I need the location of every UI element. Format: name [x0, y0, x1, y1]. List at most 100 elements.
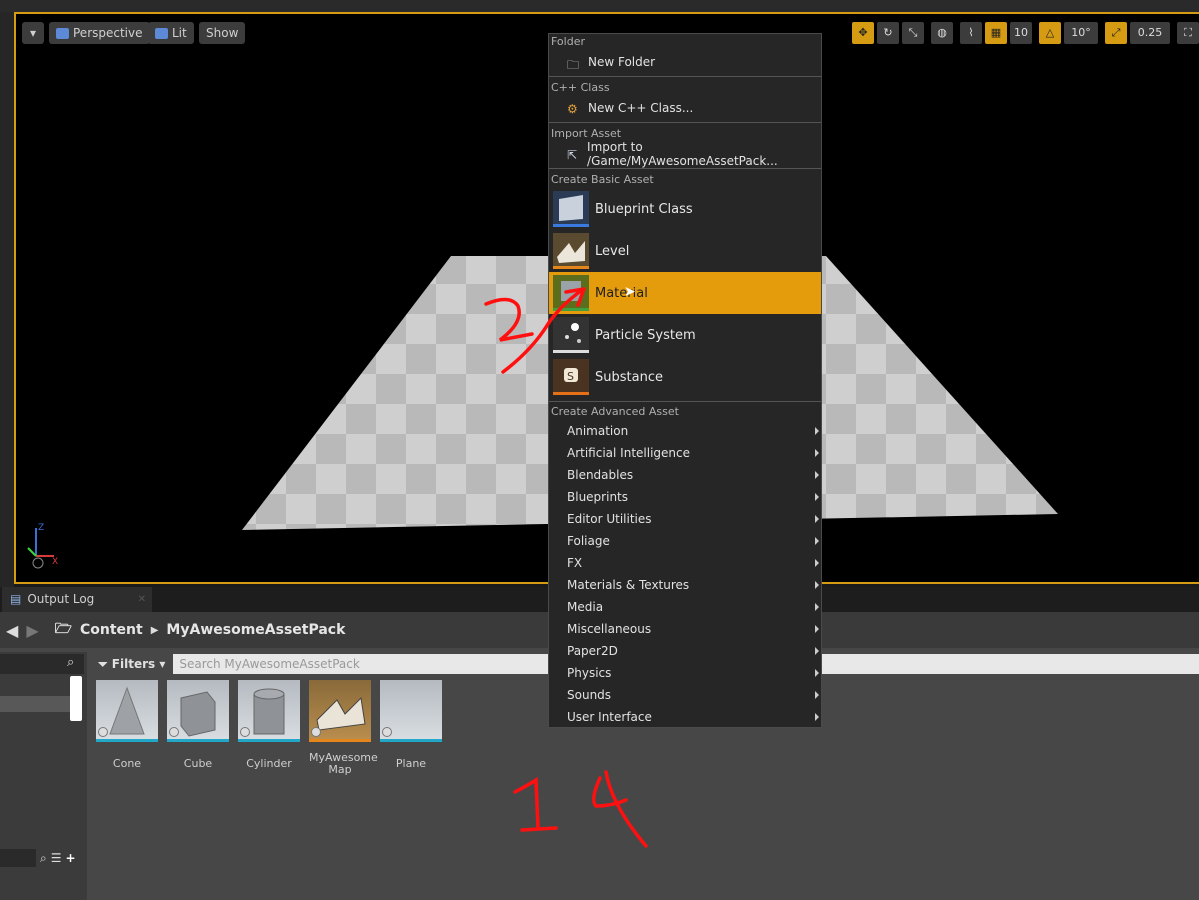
filters-button[interactable]: ⏷ Filters ▾	[92, 657, 165, 672]
menu-item-label: Level	[595, 243, 630, 259]
menu-item-import[interactable]: ⇱ Import to /Game/MyAwesomeAssetPack...	[549, 140, 821, 168]
sources-scrollbar[interactable]	[70, 676, 82, 721]
asset-tile-cylinder[interactable]: Cylinder	[238, 680, 300, 770]
rotation-snap-value[interactable]: 10°	[1064, 22, 1098, 44]
tab-output-log[interactable]: ▤ Output Log ✕	[2, 587, 152, 612]
menu-item-label: FX	[567, 556, 583, 570]
submenu-materials-textures[interactable]: Materials & Textures	[549, 574, 821, 596]
menu-item-particle-system[interactable]: Particle System	[549, 314, 821, 356]
scale-tool-icon[interactable]: ⤡	[902, 22, 924, 44]
menu-item-label: Paper2D	[567, 644, 618, 658]
search-icon[interactable]: ⌕	[40, 851, 47, 866]
asset-label: Cylinder	[246, 757, 292, 770]
menu-item-label: Media	[567, 600, 604, 614]
asset-tile-cone[interactable]: Cone	[96, 680, 158, 770]
menu-item-label: Animation	[567, 424, 629, 438]
submenu-sounds[interactable]: Sounds	[549, 684, 821, 706]
axis-x-label: X	[52, 557, 58, 567]
menu-item-label: Import to /Game/MyAwesomeAssetPack...	[587, 140, 778, 168]
submenu-arrow-icon	[815, 449, 819, 457]
perspective-button[interactable]: Perspective	[49, 22, 150, 44]
submenu-fx[interactable]: FX	[549, 552, 821, 574]
transform-toolbar: ✥ ↻ ⤡ ◍ ⌇ ▦ 10 △ 10° ⤢ 0.25 ⛶	[852, 22, 1199, 44]
translate-tool-icon[interactable]: ✥	[852, 22, 874, 44]
level-icon	[553, 233, 589, 269]
submenu-arrow-icon	[815, 471, 819, 479]
asset-tile-myawesome-map[interactable]: MyAwesome Map	[309, 680, 378, 776]
cpp-class-icon: ⚙	[567, 101, 578, 116]
submenu-media[interactable]: Media	[549, 596, 821, 618]
menu-item-material[interactable]: Material ➤	[549, 272, 821, 314]
grid-snap-value[interactable]: 10	[1010, 22, 1032, 44]
asset-tile-cube[interactable]: Cube	[167, 680, 229, 770]
show-label: Show	[206, 26, 239, 40]
breadcrumb-separator-icon: ▶	[150, 624, 159, 636]
submenu-foliage[interactable]: Foliage	[549, 530, 821, 552]
asset-tile-plane[interactable]: Plane	[380, 680, 442, 770]
submenu-arrow-icon	[815, 493, 819, 501]
map-thumbnail	[309, 680, 371, 742]
asset-label: Cube	[183, 757, 213, 770]
forward-arrow-icon[interactable]: ▶	[26, 621, 38, 640]
menu-item-label: Material	[595, 285, 648, 301]
add-collection-icon[interactable]: +	[66, 851, 76, 865]
list-view-icon[interactable]: ☰	[51, 851, 62, 865]
grid-snap-icon[interactable]: ▦	[985, 22, 1007, 44]
top-menu-strip	[0, 0, 1199, 12]
submenu-blueprints[interactable]: Blueprints	[549, 486, 821, 508]
sources-panel: ⌕ ⌕ ☰ +	[0, 652, 87, 900]
scale-snap-value[interactable]: 0.25	[1130, 22, 1170, 44]
lit-label: Lit	[172, 26, 187, 40]
submenu-physics[interactable]: Physics	[549, 662, 821, 684]
rotate-tool-icon[interactable]: ↻	[877, 22, 899, 44]
lit-button[interactable]: Lit	[148, 22, 194, 44]
menu-item-label: Editor Utilities	[567, 512, 652, 526]
world-space-icon[interactable]: ◍	[931, 22, 953, 44]
selected-folder-row[interactable]	[0, 696, 70, 712]
search-icon[interactable]: ⌕	[67, 655, 74, 670]
maximize-viewport-icon[interactable]: ⛶	[1177, 22, 1199, 44]
submenu-editor-utilities[interactable]: Editor Utilities	[549, 508, 821, 530]
favorite-star-icon	[311, 727, 321, 737]
show-button[interactable]: Show	[199, 22, 246, 44]
menu-item-label: New Folder	[588, 55, 656, 69]
submenu-blendables[interactable]: Blendables	[549, 464, 821, 486]
menu-item-substance[interactable]: S Substance	[549, 356, 821, 398]
section-header-cpp: C++ Class	[551, 81, 610, 94]
close-tab-icon[interactable]: ✕	[138, 587, 146, 612]
menu-item-label: Blueprint Class	[595, 201, 693, 217]
rotation-snap-icon[interactable]: △	[1039, 22, 1061, 44]
submenu-paper2d[interactable]: Paper2D	[549, 640, 821, 662]
mouse-cursor-icon: ➤	[624, 284, 636, 300]
output-log-label: Output Log	[27, 592, 95, 606]
breadcrumb-folder[interactable]: MyAwesomeAssetPack	[166, 622, 345, 638]
perspective-icon	[56, 27, 69, 39]
submenu-user-interface[interactable]: User Interface	[549, 706, 821, 728]
asset-label: Cone	[112, 757, 142, 770]
menu-item-new-cpp-class[interactable]: ⚙ New C++ Class...	[549, 96, 821, 120]
favorite-star-icon	[382, 727, 392, 737]
add-new-context-menu: Folder 🗀 New Folder C++ Class ⚙ New C++ …	[548, 33, 822, 728]
back-arrow-icon[interactable]: ◀	[6, 621, 18, 640]
asset-label: MyAwesome Map	[309, 751, 378, 776]
favorite-star-icon	[98, 727, 108, 737]
menu-item-label: Particle System	[595, 327, 696, 343]
menu-item-label: Substance	[595, 369, 663, 385]
submenu-animation[interactable]: Animation	[549, 420, 821, 442]
lit-icon	[155, 27, 168, 39]
menu-divider	[549, 401, 821, 402]
submenu-arrow-icon	[815, 647, 819, 655]
viewport-options-button[interactable]: ▾	[22, 22, 44, 44]
scale-snap-icon[interactable]: ⤢	[1105, 22, 1127, 44]
collections-search-input[interactable]	[0, 849, 36, 867]
menu-item-blueprint-class[interactable]: Blueprint Class	[549, 188, 821, 230]
menu-item-level[interactable]: Level	[549, 230, 821, 272]
particle-system-icon	[553, 317, 589, 353]
menu-item-new-folder[interactable]: 🗀 New Folder	[549, 50, 821, 74]
favorite-star-icon	[169, 727, 179, 737]
surface-snap-icon[interactable]: ⌇	[960, 22, 982, 44]
filters-label: Filters	[111, 656, 156, 671]
submenu-miscellaneous[interactable]: Miscellaneous	[549, 618, 821, 640]
submenu-artificial-intelligence[interactable]: Artificial Intelligence	[549, 442, 821, 464]
breadcrumb-content[interactable]: Content	[80, 622, 143, 638]
